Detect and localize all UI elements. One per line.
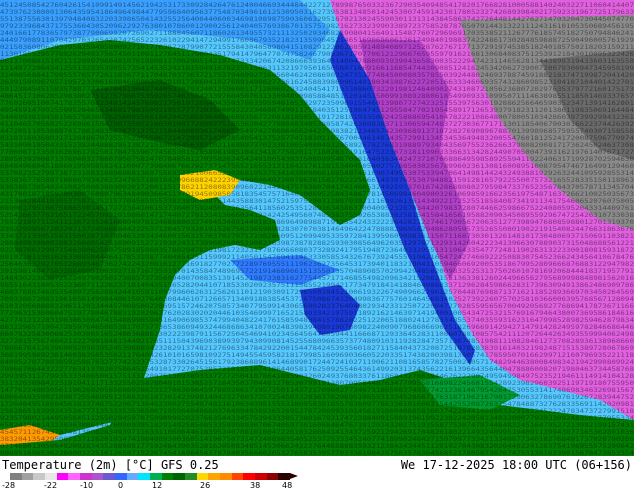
map-title: Temperature (2m) [°C] GFS 0.25 [2, 458, 219, 472]
legend-swatch [173, 473, 186, 480]
legend-arrow [290, 473, 298, 479]
legend-swatch [196, 473, 209, 480]
legend-swatch [21, 473, 34, 480]
map-area: 4512450854276042615410991491456219425317… [0, 0, 634, 456]
legend-swatch [231, 473, 244, 480]
legend-swatch [208, 473, 221, 480]
legend-swatch [138, 473, 151, 480]
legend-swatch [33, 473, 46, 480]
footer-bar: Temperature (2m) [°C] GFS 0.25 We 17-12-… [0, 456, 634, 490]
legend-swatch [10, 473, 22, 480]
legend-swatch [91, 473, 104, 480]
legend-swatch [126, 473, 139, 480]
legend-tick-label: 0 [118, 481, 124, 490]
legend-tick-label: -10 [80, 481, 94, 490]
legend-swatch [56, 473, 69, 480]
legend-swatch [80, 473, 92, 480]
legend-swatch [45, 473, 57, 480]
legend-tick-label: -28 [2, 481, 16, 490]
legend-swatch [266, 473, 279, 480]
legend-tick-label: 48 [282, 481, 293, 490]
legend-tick-label: 26 [200, 481, 211, 490]
legend-swatch [115, 473, 127, 480]
legend-swatch [243, 473, 256, 480]
legend-tick-label: -22 [44, 481, 58, 490]
legend-tick-label: 38 [250, 481, 261, 490]
legend-tick-label: 12 [152, 481, 163, 490]
legend-swatch [150, 473, 162, 480]
legend-swatch [185, 473, 197, 480]
grid-number-row: 0989516965362260003225161265871522674541… [0, 449, 634, 456]
legend-swatch [255, 473, 267, 480]
number-grid-overlay: 4512450854276042615410991491456219425317… [0, 1, 634, 456]
color-legend [10, 473, 298, 480]
legend-swatch [278, 473, 291, 480]
legend-swatch [220, 473, 232, 480]
valid-time: We 17-12-2025 18:00 UTC (06+156) [400, 458, 632, 472]
legend-swatch [161, 473, 174, 480]
legend-swatch [103, 473, 116, 480]
legend-swatch [68, 473, 81, 480]
